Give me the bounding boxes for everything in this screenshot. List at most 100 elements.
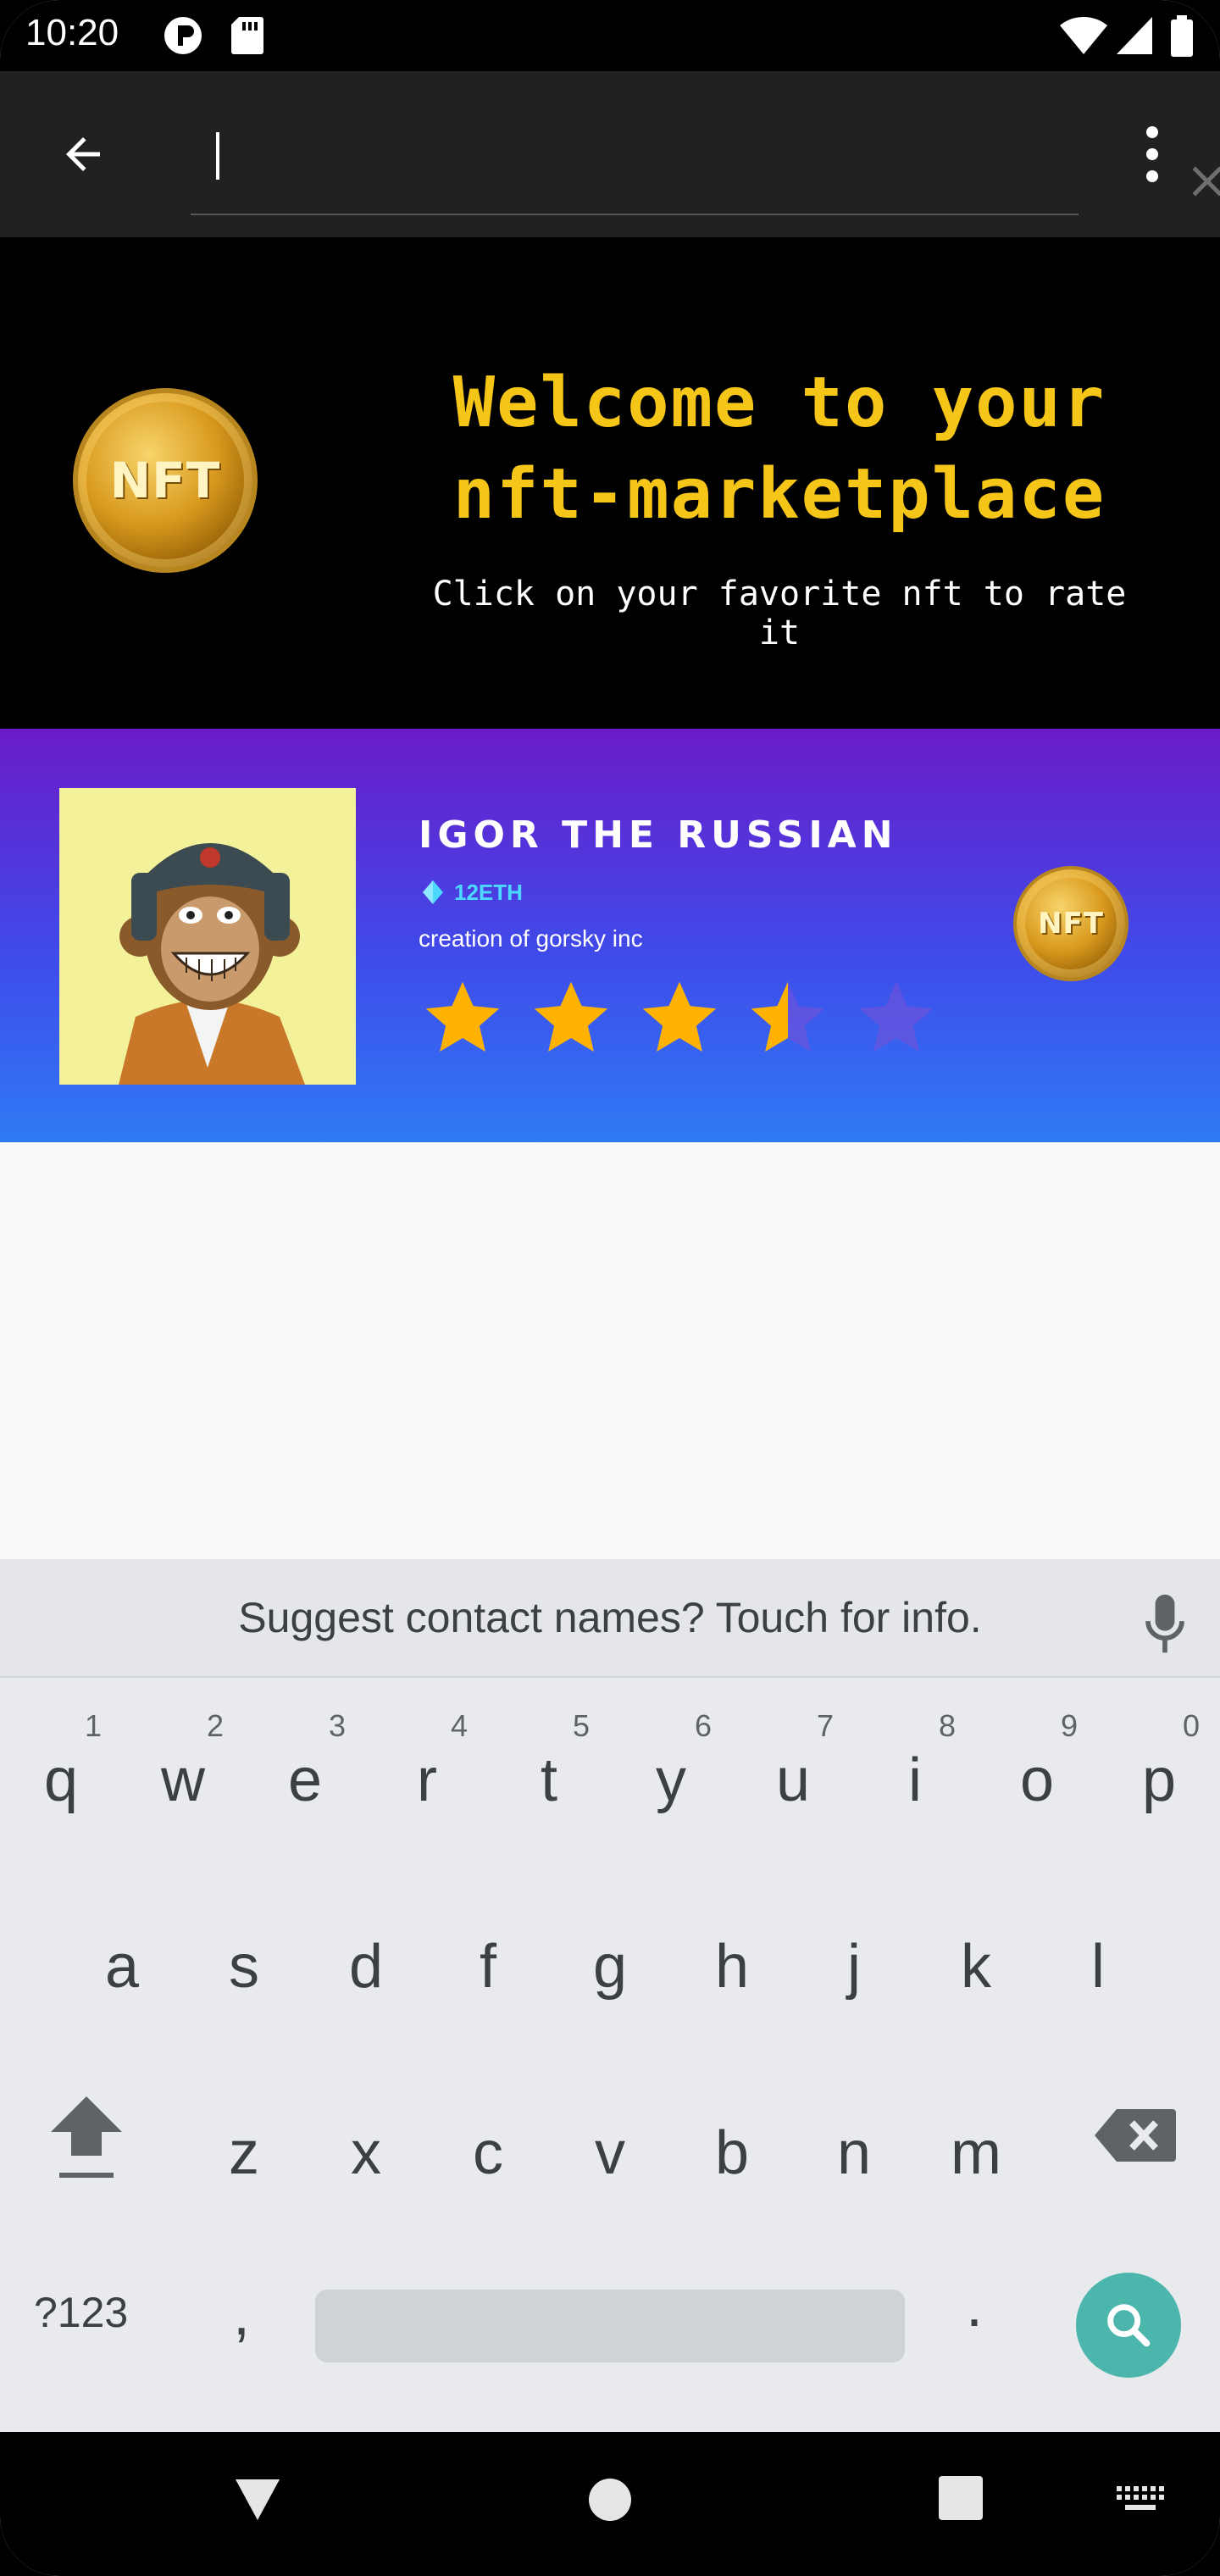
key-r[interactable]: 4r: [366, 1686, 488, 1856]
phone-screen: 10:20 NFT Welcome to your nft-marketplac…: [0, 0, 1220, 2576]
key-label: m: [951, 2119, 1001, 2187]
key-label: o: [1019, 1746, 1055, 1814]
key-v[interactable]: v: [549, 2059, 671, 2229]
key-label: u: [775, 1746, 811, 1814]
key-f[interactable]: f: [427, 1873, 549, 2042]
space-key[interactable]: [315, 2290, 905, 2362]
key-label: d: [348, 1933, 384, 2001]
search-action-key[interactable]: [1076, 2273, 1181, 2378]
key-k[interactable]: k: [915, 1873, 1037, 2042]
key-label: h: [714, 1933, 750, 2001]
nft-name: IGOR THE RUSSIAN: [419, 813, 898, 857]
key-label: x: [351, 2119, 381, 2187]
rating-star-5[interactable]: [852, 974, 940, 1063]
key-label: c: [473, 2119, 503, 2187]
rating-star-2[interactable]: [527, 974, 615, 1063]
key-d[interactable]: d: [305, 1873, 427, 2042]
arrow-back-icon: [66, 137, 100, 171]
back-triangle-icon[interactable]: [230, 2474, 285, 2525]
key-z[interactable]: z: [183, 2059, 305, 2229]
key-label: r: [417, 1746, 437, 1814]
key-hint: 6: [694, 1708, 712, 1743]
suggestion-strip[interactable]: Suggest contact names? Touch for info.: [0, 1559, 1220, 1678]
key-label: t: [540, 1746, 557, 1814]
key-label: q: [43, 1746, 79, 1814]
key-label: a: [104, 1933, 140, 2001]
key-label: k: [961, 1933, 991, 2001]
nft-image: [59, 788, 356, 1085]
key-e[interactable]: 3e: [244, 1686, 366, 1856]
key-hint: 0: [1182, 1708, 1200, 1743]
comma-key[interactable]: ,: [233, 2279, 250, 2349]
key-p[interactable]: 0p: [1098, 1686, 1220, 1856]
more-options-button[interactable]: [1127, 114, 1178, 195]
search-field[interactable]: [191, 97, 1220, 215]
nft-logo: NFT: [73, 388, 258, 573]
key-label: g: [592, 1933, 628, 2001]
key-label: y: [656, 1746, 686, 1814]
sd-card-icon: [231, 17, 263, 54]
key-hint: 5: [572, 1708, 590, 1743]
key-h[interactable]: h: [671, 1873, 793, 2042]
key-s[interactable]: s: [183, 1873, 305, 2042]
key-a[interactable]: a: [61, 1873, 183, 2042]
search-input[interactable]: [214, 122, 892, 190]
nft-card[interactable]: IGOR THE RUSSIAN 12ETH creation of gorsk…: [0, 729, 1220, 1142]
key-label: f: [479, 1933, 496, 2001]
key-label: e: [287, 1746, 323, 1814]
key-c[interactable]: c: [427, 2059, 549, 2229]
wifi-icon: [1060, 16, 1107, 54]
key-hint: 3: [328, 1708, 346, 1743]
key-n[interactable]: n: [793, 2059, 915, 2229]
key-label: j: [847, 1933, 861, 2001]
key-hint: 7: [816, 1708, 834, 1743]
clear-search-button[interactable]: [1173, 147, 1220, 215]
back-button[interactable]: [42, 114, 124, 195]
key-q[interactable]: 1q: [0, 1686, 122, 1856]
recents-square-icon[interactable]: [937, 2474, 984, 2522]
rating-bar[interactable]: [419, 974, 940, 1063]
key-b[interactable]: b: [671, 2059, 793, 2229]
nft-price: 12ETH: [419, 878, 523, 907]
nft-price-value: 12ETH: [454, 879, 523, 905]
keyboard-icon[interactable]: [1115, 2484, 1164, 2518]
key-t[interactable]: 5t: [488, 1686, 610, 1856]
welcome-title: Welcome to your nft-marketplace: [452, 363, 1106, 535]
shield-p-icon: [164, 17, 202, 54]
ethereum-icon: [423, 880, 443, 904]
key-i[interactable]: 8i: [854, 1686, 976, 1856]
key-hint: 4: [450, 1708, 468, 1743]
key-y[interactable]: 6y: [610, 1686, 732, 1856]
symbols-key[interactable]: ?123: [34, 2288, 128, 2337]
key-label: i: [908, 1746, 922, 1814]
text-cursor: [216, 132, 219, 180]
rating-star-1[interactable]: [419, 974, 507, 1063]
key-l[interactable]: l: [1037, 1873, 1159, 2042]
rating-star-4[interactable]: [744, 974, 832, 1063]
soft-keyboard: Suggest contact names? Touch for info. 1…: [0, 1559, 1220, 2432]
signal-icon: [1117, 17, 1152, 54]
home-circle-icon[interactable]: [585, 2474, 635, 2525]
nft-logo-text: NFT: [109, 452, 221, 509]
key-g[interactable]: g: [549, 1873, 671, 2042]
key-u[interactable]: 7u: [732, 1686, 854, 1856]
rating-star-3[interactable]: [635, 974, 724, 1063]
key-hint: 9: [1060, 1708, 1078, 1743]
backspace-key[interactable]: [1093, 2106, 1178, 2165]
welcome-banner: NFT Welcome to your nft-marketplace Clic…: [0, 237, 1220, 729]
period-key[interactable]: .: [966, 2271, 983, 2340]
key-label: v: [595, 2119, 625, 2187]
key-j[interactable]: j: [793, 1873, 915, 2042]
status-bar: 10:20: [0, 0, 1220, 71]
suggestion-text: Suggest contact names? Touch for info.: [238, 1594, 982, 1641]
battery-icon: [1171, 15, 1193, 57]
microphone-icon[interactable]: [1135, 1590, 1195, 1657]
key-w[interactable]: 2w: [122, 1686, 244, 1856]
search-icon: [1107, 2304, 1151, 2347]
key-m[interactable]: m: [915, 2059, 1037, 2229]
key-x[interactable]: x: [305, 2059, 427, 2229]
key-label: s: [229, 1933, 259, 2001]
key-o[interactable]: 9o: [976, 1686, 1098, 1856]
shift-key[interactable]: [42, 2085, 130, 2186]
key-label: z: [229, 2119, 259, 2187]
